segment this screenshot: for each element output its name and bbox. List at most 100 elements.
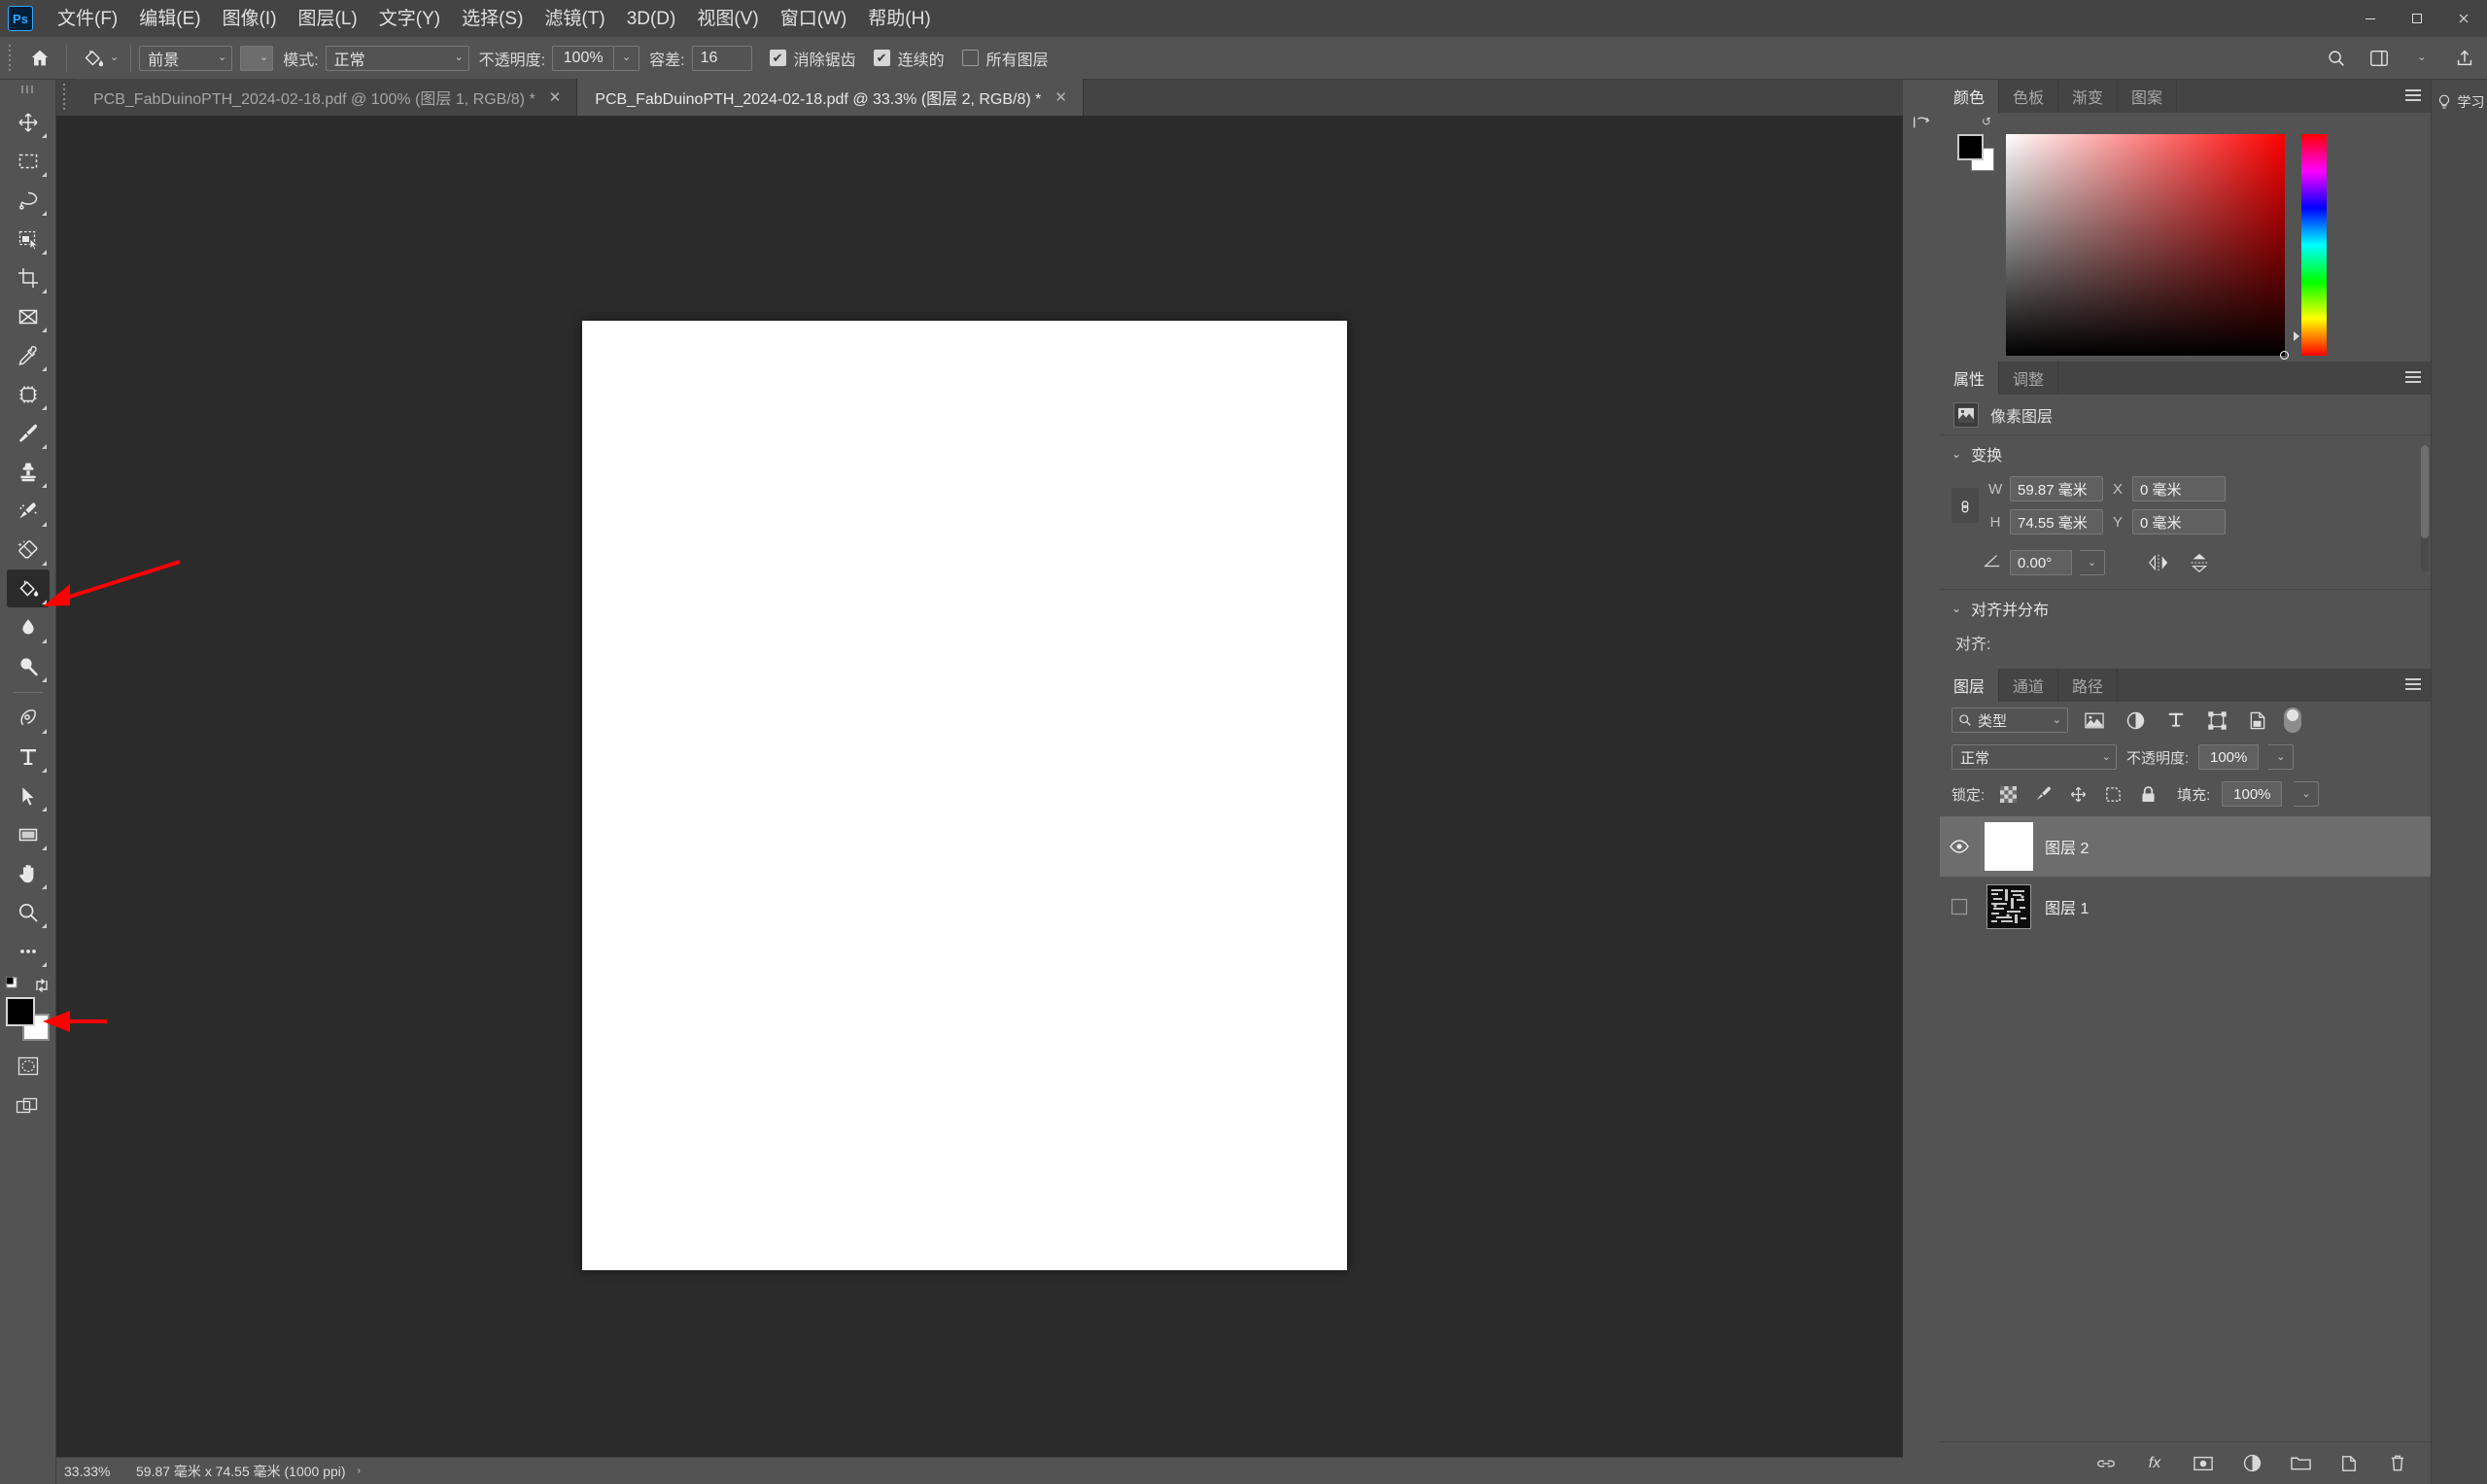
eye-icon-off[interactable]: [1946, 893, 1973, 920]
filter-enable-toggle[interactable]: [2284, 707, 2301, 733]
close-icon[interactable]: ✕: [549, 88, 562, 106]
screen-mode-button[interactable]: [9, 1090, 48, 1123]
blend-mode-select[interactable]: 正常 ⌄: [325, 45, 469, 71]
rectangle-tool[interactable]: [7, 815, 50, 853]
y-input[interactable]: 0 毫米: [2132, 509, 2226, 535]
transform-section-title[interactable]: ⌄ 变换: [1940, 435, 2431, 472]
panel-tab-channels[interactable]: 通道: [1999, 669, 2059, 702]
smartobject-filter-icon[interactable]: [2243, 707, 2272, 734]
tool-preset-picker[interactable]: ⌄: [75, 44, 122, 73]
flip-horizontal-button[interactable]: [2142, 548, 2175, 577]
toolbox-grip[interactable]: [20, 86, 35, 95]
menu-layer[interactable]: 图层(L): [288, 6, 368, 32]
spot-healing-brush-tool[interactable]: [7, 375, 50, 413]
color-field[interactable]: [2006, 134, 2289, 360]
tolerance-input[interactable]: 16: [691, 45, 752, 71]
angle-input[interactable]: 0.00°: [2010, 550, 2072, 575]
edit-toolbar-button[interactable]: [7, 932, 50, 970]
menu-file[interactable]: 文件(F): [47, 6, 128, 32]
panel-tab-layers[interactable]: 图层: [1940, 669, 2000, 702]
doc-tab-2[interactable]: PCB_FabDuinoPTH_2024-02-18.pdf @ 33.3% (…: [577, 79, 1084, 116]
brush-tool[interactable]: [7, 414, 50, 452]
lock-artboard-nesting-icon[interactable]: [2101, 782, 2124, 806]
menu-image[interactable]: 图像(I): [212, 6, 288, 32]
all-layers-checkbox[interactable]: 所有图层: [961, 47, 1049, 70]
status-caret-icon[interactable]: ›: [358, 1466, 361, 1476]
panel-menu-icon[interactable]: [2405, 89, 2421, 104]
path-selection-tool[interactable]: [7, 777, 50, 814]
panel-menu-icon[interactable]: [2405, 678, 2421, 693]
close-button[interactable]: [2440, 0, 2487, 37]
layer-opacity-input[interactable]: 100%: [2198, 744, 2260, 770]
pixel-filter-icon[interactable]: [2080, 707, 2109, 734]
default-colors-icon[interactable]: [5, 976, 23, 999]
panel-menu-icon[interactable]: [2405, 371, 2421, 386]
layer-thumbnail[interactable]: [1985, 822, 2033, 871]
flip-vertical-button[interactable]: [2183, 548, 2216, 577]
layer-style-icon[interactable]: fx: [2143, 1452, 2166, 1475]
minimize-button[interactable]: [2347, 0, 2394, 37]
layer-opacity-dropdown-button[interactable]: ⌄: [2268, 744, 2295, 770]
object-selection-tool[interactable]: [7, 220, 50, 258]
home-button[interactable]: [21, 43, 58, 74]
lock-position-icon[interactable]: [2066, 782, 2090, 806]
hue-slider-thumb[interactable]: [2294, 331, 2299, 341]
zoom-level[interactable]: 33.33%: [64, 1464, 124, 1479]
align-section-title[interactable]: ⌄ 对齐并分布: [1940, 590, 2431, 627]
contiguous-checkbox[interactable]: 连续的: [873, 47, 945, 70]
eraser-tool[interactable]: [7, 531, 50, 569]
quick-mask-button[interactable]: [9, 1050, 48, 1083]
blur-tool[interactable]: [7, 608, 50, 646]
fill-source-select[interactable]: 前景 ⌄: [139, 45, 233, 71]
x-input[interactable]: 0 毫米: [2132, 476, 2226, 501]
new-layer-icon[interactable]: [2337, 1452, 2361, 1475]
hand-tool[interactable]: [7, 854, 50, 892]
panel-tab-swatches[interactable]: 色板: [1999, 80, 2059, 113]
pen-tool[interactable]: [7, 699, 50, 737]
tabbar-grip[interactable]: [60, 83, 70, 110]
link-wh-button[interactable]: [1952, 488, 1979, 523]
type-filter-icon[interactable]: [2161, 707, 2191, 734]
layer-blend-mode-select[interactable]: 正常 ⌄: [1952, 744, 2117, 770]
history-rail-icon[interactable]: [1903, 103, 1940, 142]
foreground-color-swatch[interactable]: [5, 997, 35, 1026]
clone-stamp-tool[interactable]: [7, 453, 50, 491]
menu-edit[interactable]: 编辑(E): [128, 6, 211, 32]
paint-bucket-tool[interactable]: [6, 569, 50, 607]
menu-select[interactable]: 选择(S): [451, 6, 534, 32]
chevron-down-icon[interactable]: ⌄: [2409, 46, 2435, 71]
document-canvas[interactable]: [582, 321, 1347, 1270]
panel-tab-properties[interactable]: 属性: [1940, 362, 2000, 395]
zoom-tool[interactable]: [7, 893, 50, 931]
delete-layer-icon[interactable]: [2386, 1452, 2409, 1475]
menu-filter[interactable]: 滤镜(T): [534, 6, 615, 32]
eyedropper-tool[interactable]: [7, 336, 50, 374]
opacity-input[interactable]: 100%: [552, 45, 615, 71]
workspace-switcher-icon[interactable]: [2366, 46, 2392, 71]
frame-tool[interactable]: [7, 297, 50, 335]
layer-filter-type-select[interactable]: 类型 ⌄: [1952, 707, 2068, 733]
layer-thumbnail[interactable]: [1986, 884, 2031, 929]
menu-type[interactable]: 文字(Y): [368, 6, 451, 32]
rail-learn-button[interactable]: 学习: [2432, 80, 2487, 124]
height-input[interactable]: 74.55 毫米: [2010, 509, 2103, 535]
options-bar-grip[interactable]: [6, 45, 16, 72]
menu-window[interactable]: 窗口(W): [770, 6, 858, 32]
menu-help[interactable]: 帮助(H): [857, 6, 941, 32]
panel-tab-patterns[interactable]: 图案: [2118, 80, 2178, 113]
canvas-area[interactable]: [56, 117, 1903, 1484]
layer-fill-dropdown-button[interactable]: ⌄: [2294, 781, 2320, 807]
opacity-dropdown-button[interactable]: ⌄: [614, 45, 640, 71]
move-tool[interactable]: [7, 103, 50, 141]
new-fill-adjustment-icon[interactable]: [2240, 1452, 2263, 1475]
angle-dropdown-button[interactable]: ⌄: [2080, 550, 2105, 575]
menu-view[interactable]: 视图(V): [686, 6, 769, 32]
panel-tab-paths[interactable]: 路径: [2058, 669, 2119, 702]
close-icon[interactable]: ✕: [1054, 88, 1067, 106]
adjustment-filter-icon[interactable]: [2121, 707, 2150, 734]
pattern-swatch-picker[interactable]: ⌄: [240, 45, 274, 71]
lock-image-pixels-icon[interactable]: [2031, 782, 2055, 806]
panel-tab-gradients[interactable]: 渐变: [2058, 80, 2119, 113]
width-input[interactable]: 59.87 毫米: [2010, 476, 2103, 501]
lock-transparent-pixels-icon[interactable]: [1996, 782, 2020, 806]
